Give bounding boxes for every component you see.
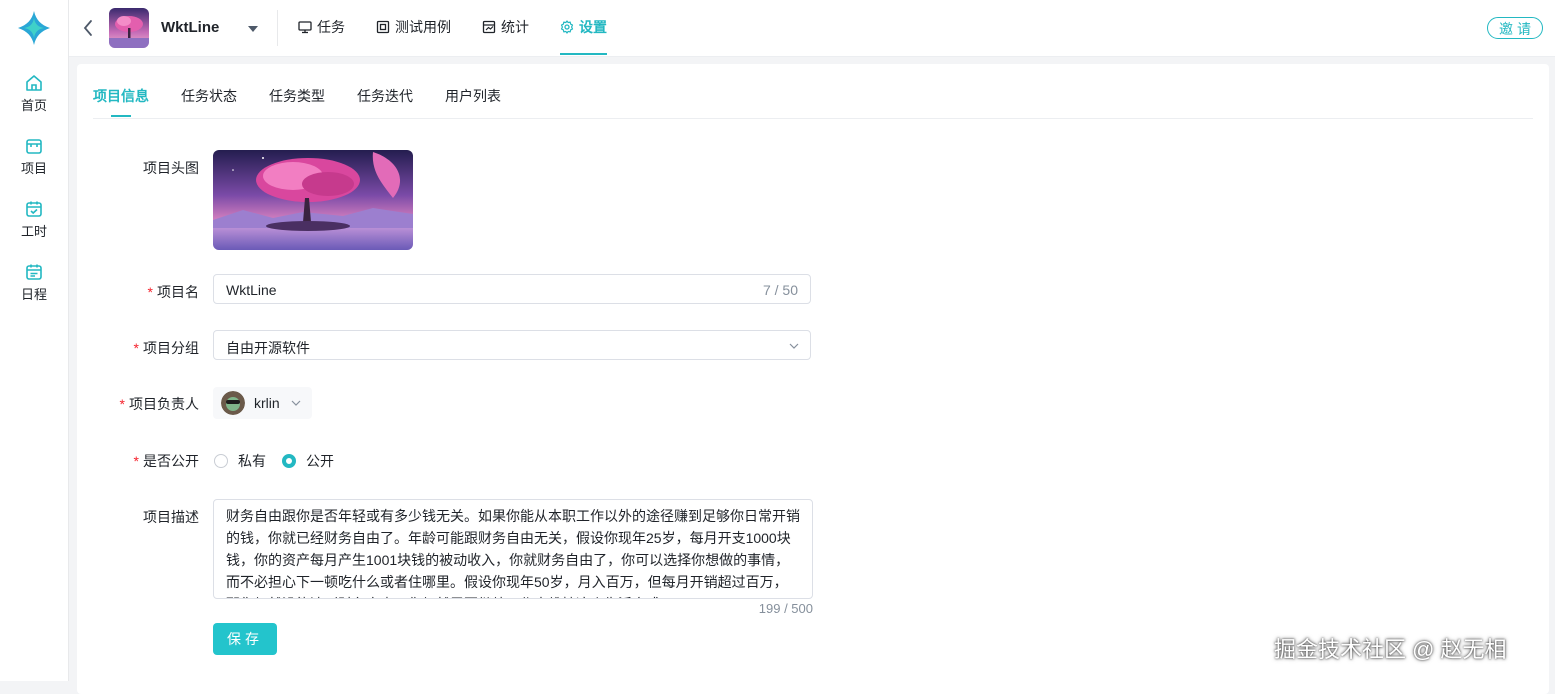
project-description-textarea[interactable]: 财务自由跟你是否年轻或有多少钱无关。如果你能从本职工作以外的途径赚到足够你日常开… bbox=[213, 499, 813, 599]
sidebar-item-worktime[interactable]: 工时 bbox=[0, 200, 68, 240]
schedule-icon bbox=[26, 264, 42, 280]
label-text: 项目名 bbox=[157, 284, 199, 300]
top-header: WktLine 任务 测试用例 统计 设置 邀请 bbox=[69, 0, 1555, 57]
radio-label: 公开 bbox=[306, 453, 334, 469]
radio-public[interactable]: 公开 bbox=[282, 451, 334, 471]
input-value: WktLine bbox=[226, 282, 277, 298]
group-label: * 项目分组 bbox=[133, 340, 199, 356]
select-value: 自由开源软件 bbox=[226, 340, 310, 356]
tab-label: 统计 bbox=[501, 19, 529, 35]
sidebar-item-label: 首页 bbox=[20, 98, 47, 113]
project-name-input[interactable]: WktLine 7 / 50 bbox=[213, 274, 811, 304]
active-tab-indicator bbox=[111, 115, 131, 117]
char-counter: 7 / 50 bbox=[762, 282, 798, 298]
back-arrow-icon[interactable] bbox=[81, 18, 95, 38]
credit-watermark: 掘金技术社区 @ 赵无相 bbox=[1274, 637, 1507, 662]
chevron-down-icon bbox=[789, 343, 799, 349]
owner-select[interactable]: krlin bbox=[213, 387, 312, 419]
radio-unchecked-icon bbox=[214, 454, 228, 468]
subtab-task-type[interactable]: 任务类型 bbox=[269, 86, 325, 106]
tab-label: 设置 bbox=[579, 18, 607, 35]
project-cover-image[interactable] bbox=[213, 150, 413, 250]
chevron-down-icon bbox=[291, 400, 301, 406]
project-avatar[interactable] bbox=[109, 8, 149, 48]
tab-testcases[interactable]: 测试用例 bbox=[376, 0, 451, 54]
avatar bbox=[221, 391, 245, 415]
invite-button[interactable]: 邀请 bbox=[1487, 17, 1543, 39]
subtab-task-iteration[interactable]: 任务迭代 bbox=[357, 86, 413, 106]
sidebar-item-label: 项目 bbox=[20, 161, 47, 176]
tab-stats[interactable]: 统计 bbox=[482, 0, 529, 54]
project-icon bbox=[26, 139, 42, 154]
desc-label: 项目描述 bbox=[79, 507, 199, 527]
tab-label: 测试用例 bbox=[395, 19, 451, 35]
label-text: 项目负责人 bbox=[129, 396, 199, 412]
gear-icon bbox=[560, 19, 574, 34]
radio-private[interactable]: 私有 bbox=[214, 451, 266, 471]
home-icon bbox=[26, 75, 42, 91]
label-text: 项目分组 bbox=[143, 340, 199, 356]
left-sidebar: 首页 项目 工时 日程 bbox=[0, 0, 69, 681]
sidebar-item-label: 工时 bbox=[20, 224, 47, 239]
settings-card: 项目信息 任务状态 任务类型 任务迭代 用户列表 项目头图 * 项目名 WktL… bbox=[77, 64, 1549, 694]
radio-label: 私有 bbox=[238, 453, 266, 469]
subtab-task-status[interactable]: 任务状态 bbox=[181, 86, 237, 106]
testcase-icon bbox=[376, 20, 390, 34]
save-button[interactable]: 保存 bbox=[213, 623, 277, 655]
char-counter: 199 / 500 bbox=[758, 601, 813, 616]
header-divider bbox=[277, 10, 278, 46]
tab-settings[interactable]: 设置 bbox=[560, 0, 607, 55]
project-group-select[interactable]: 自由开源软件 bbox=[213, 330, 811, 360]
settings-subtabs: 项目信息 任务状态 任务类型 任务迭代 用户列表 bbox=[93, 64, 1533, 119]
radio-checked-icon bbox=[282, 454, 296, 468]
tab-tasks[interactable]: 任务 bbox=[298, 0, 345, 54]
project-name: WktLine bbox=[161, 19, 220, 36]
sidebar-item-project[interactable]: 项目 bbox=[0, 137, 68, 177]
owner-label: * 项目负责人 bbox=[119, 396, 199, 412]
caret-down-icon[interactable] bbox=[247, 25, 259, 33]
avatar-label: 项目头图 bbox=[79, 158, 199, 178]
label-text: 项目描述 bbox=[143, 509, 199, 525]
label-text: 是否公开 bbox=[143, 453, 199, 469]
calendar-check-icon bbox=[26, 201, 42, 217]
public-label: * 是否公开 bbox=[133, 453, 199, 469]
tab-label: 任务 bbox=[317, 19, 345, 35]
app-logo-icon[interactable] bbox=[17, 10, 51, 46]
sidebar-item-schedule[interactable]: 日程 bbox=[0, 263, 68, 303]
name-label: * 项目名 bbox=[147, 284, 199, 300]
subtab-user-list[interactable]: 用户列表 bbox=[445, 86, 501, 106]
sidebar-item-home[interactable]: 首页 bbox=[0, 74, 68, 114]
subtab-project-info[interactable]: 项目信息 bbox=[93, 86, 149, 106]
monitor-icon bbox=[298, 21, 312, 34]
owner-name: krlin bbox=[254, 395, 280, 411]
sidebar-item-label: 日程 bbox=[20, 287, 47, 302]
chart-icon bbox=[482, 20, 496, 34]
label-text: 项目头图 bbox=[143, 160, 199, 176]
